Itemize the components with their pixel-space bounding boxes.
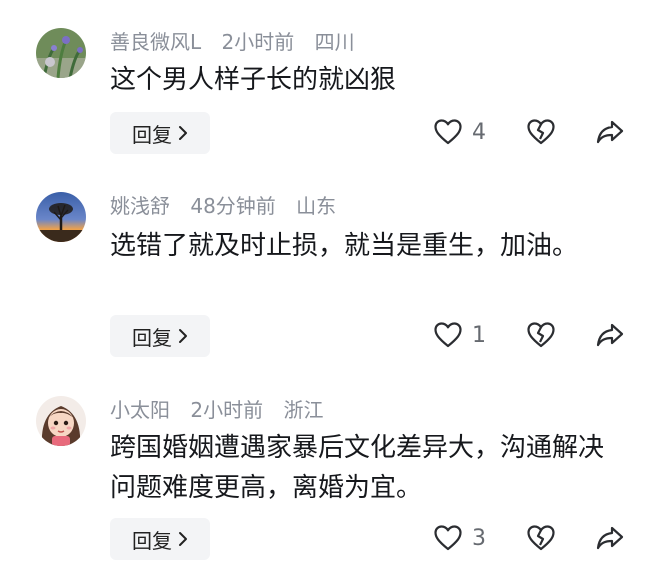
like-count: 3 bbox=[472, 525, 486, 551]
reply-button[interactable]: 回复 bbox=[110, 315, 210, 357]
chevron-right-icon bbox=[179, 532, 187, 546]
sunset-tree-avatar-icon bbox=[36, 192, 86, 242]
like-count: 4 bbox=[472, 119, 486, 145]
share-arrow-icon bbox=[596, 323, 624, 347]
share-button[interactable] bbox=[596, 120, 624, 144]
broken-heart-icon bbox=[527, 525, 555, 551]
reply-button[interactable]: 回复 bbox=[110, 518, 210, 560]
share-button[interactable] bbox=[596, 323, 624, 347]
reply-label: 回复 bbox=[132, 325, 172, 350]
reply-button[interactable]: 回复 bbox=[110, 112, 210, 154]
username[interactable]: 善良微风L bbox=[110, 30, 201, 54]
cartoon-girl-avatar-icon bbox=[36, 396, 86, 446]
dislike-button[interactable] bbox=[527, 322, 555, 348]
chevron-right-icon bbox=[179, 126, 187, 140]
share-button[interactable] bbox=[596, 526, 624, 550]
comment-list: 善良微风L 2小时前 四川 这个男人样子长的就凶狠 回复 4 姚浅舒 48分钟前… bbox=[0, 0, 660, 570]
broken-heart-icon bbox=[527, 322, 555, 348]
comment-location: 浙江 bbox=[283, 398, 324, 422]
comment-location: 山东 bbox=[296, 194, 337, 218]
comment-meta: 善良微风L 2小时前 四川 bbox=[110, 30, 355, 54]
share-arrow-icon bbox=[596, 526, 624, 550]
username[interactable]: 小太阳 bbox=[110, 398, 170, 422]
comment-meta: 姚浅舒 48分钟前 山东 bbox=[110, 194, 336, 218]
like-button[interactable]: 3 bbox=[434, 525, 486, 551]
comment-text: 这个男人样子长的就凶狠 bbox=[110, 65, 397, 95]
comment-time: 48分钟前 bbox=[190, 194, 276, 218]
broken-heart-icon bbox=[527, 119, 555, 145]
reply-label: 回复 bbox=[132, 122, 172, 147]
heart-outline-icon bbox=[434, 322, 462, 348]
avatar[interactable] bbox=[36, 192, 86, 242]
like-button[interactable]: 1 bbox=[434, 322, 486, 348]
like-count: 1 bbox=[472, 322, 486, 348]
comment-meta: 小太阳 2小时前 浙江 bbox=[110, 398, 323, 422]
comment-time: 2小时前 bbox=[190, 398, 264, 422]
comment-text: 选错了就及时止损，就当是重生，加油。 bbox=[110, 231, 579, 261]
dislike-button[interactable] bbox=[527, 525, 555, 551]
chevron-right-icon bbox=[179, 329, 187, 343]
plant-photo-avatar-icon bbox=[36, 28, 86, 78]
reply-label: 回复 bbox=[132, 528, 172, 553]
comment-text: 跨国婚姻遭遇家暴后文化差异大，沟通解决问题难度更高，离婚为宜。 bbox=[110, 433, 605, 503]
share-arrow-icon bbox=[596, 120, 624, 144]
avatar[interactable] bbox=[36, 396, 86, 446]
comment-location: 四川 bbox=[314, 30, 355, 54]
dislike-button[interactable] bbox=[527, 119, 555, 145]
heart-outline-icon bbox=[434, 525, 462, 551]
like-button[interactable]: 4 bbox=[434, 119, 486, 145]
username[interactable]: 姚浅舒 bbox=[110, 194, 170, 218]
comment-time: 2小时前 bbox=[221, 30, 295, 54]
heart-outline-icon bbox=[434, 119, 462, 145]
avatar[interactable] bbox=[36, 28, 86, 78]
